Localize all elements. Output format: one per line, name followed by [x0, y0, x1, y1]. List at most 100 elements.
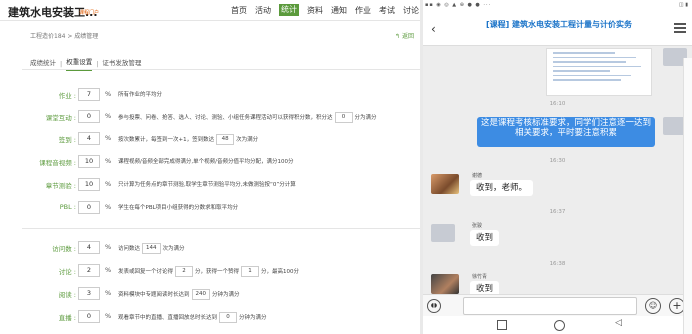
nav-notice[interactable]: 通知: [331, 5, 347, 16]
status-icons-left: ▪▪ ◉ ◎ ▲ ⊕ ● ● ···: [425, 2, 492, 8]
section-divider: [22, 228, 420, 229]
percent-unit: %: [105, 312, 112, 320]
percent-unit: %: [105, 180, 112, 188]
threshold-input[interactable]: 48: [216, 134, 235, 145]
weight-label: 直播 :: [58, 314, 76, 322]
sender-name: 张骏: [472, 223, 483, 229]
weight-description: 所有作业的平均分: [118, 92, 163, 98]
course-management-panel: 建筑水电安装工... 课程门户 首页 活动 统计 资料 通知 作业 考试 讨论 …: [0, 0, 420, 334]
percent-unit: %: [105, 203, 112, 211]
image-message[interactable]: [546, 48, 652, 96]
tab-separator: |: [60, 59, 63, 68]
weight-description: 发表或回复一个讨论得 2 分，获得一个赞得 1 分，最高100分: [118, 266, 300, 277]
sender-name: 徐竹青: [472, 274, 488, 280]
weight-row-pbl: PBL : 0 % 学生在每个PBL项目小组获得的分数求和取平均分: [0, 201, 420, 215]
course-top-bar: 建筑水电安装工... 课程门户 首页 活动 统计 资料 通知 作业 考试 讨论: [0, 0, 420, 21]
weight-row-class-interaction: 课堂互动 : 0 % 参与投票、问卷、抢答、选人、讨论、测验、小组任务课程活动可…: [0, 110, 420, 124]
weight-row-course-media: 课程音视频 : 10 % 课程视频/音频全部完成得满分,单个视频/音频分值平均分…: [0, 155, 420, 169]
weight-input[interactable]: 4: [78, 132, 100, 145]
nav-materials[interactable]: 资料: [307, 5, 323, 16]
weight-label: 讨论 :: [58, 268, 76, 276]
weight-description: 资料模块中专题阅读时长达到 240 分钟为满分: [118, 289, 240, 300]
sender-name: 谢德: [472, 173, 483, 179]
weight-label: 课程音视频 :: [39, 159, 76, 167]
weight-input[interactable]: 10: [78, 178, 100, 191]
phone-chat-screen: ▪▪ ◉ ◎ ▲ ⊕ ● ● ··· ◫ ▮ ‹ [课程] 建筑水电安装工程计量…: [423, 0, 692, 334]
scrollbar[interactable]: [683, 58, 692, 334]
percent-unit: %: [105, 90, 112, 98]
weight-input[interactable]: 7: [78, 88, 100, 101]
user-avatar[interactable]: [431, 174, 459, 194]
weight-input[interactable]: 4: [78, 241, 100, 254]
weight-row-live: 直播 : 0 % 观看章节中的直播、直播回放总时长达到 0 分钟为满分: [0, 310, 420, 324]
weight-description: 参与投票、问卷、抢答、选人、讨论、测验、小组任务课程活动可以获得积分数，积分达 0…: [118, 112, 377, 123]
chat-title: [课程] 建筑水电安装工程计量与计价实务: [485, 20, 633, 29]
threshold-input[interactable]: 0: [219, 312, 238, 323]
back-link[interactable]: ↰ 返回: [395, 31, 414, 40]
self-message-bubble[interactable]: 这是课程考核标准要求，同学们注意逐一达到相关要求，平时要注意积累: [477, 117, 655, 147]
weight-input[interactable]: 3: [78, 287, 100, 300]
threshold-input[interactable]: 1: [241, 266, 260, 277]
percent-unit: %: [105, 266, 112, 274]
weight-description: 观看章节中的直播、直播回放总时长达到 0 分钟为满分: [118, 312, 267, 323]
timestamp: 16:10: [549, 101, 566, 107]
weight-label: 阅读 :: [58, 291, 76, 299]
weight-label: PBL :: [59, 203, 76, 211]
message-bubble[interactable]: 收到，老师。: [470, 180, 534, 196]
message-input[interactable]: [463, 297, 637, 315]
nav-exam[interactable]: 考试: [379, 5, 395, 16]
weight-row-discussion: 讨论 : 2 % 发表或回复一个讨论得 2 分，获得一个赞得 1 分，最高100分: [0, 264, 420, 278]
weight-description: 课程视频/音频全部完成得满分,单个视频/音频分值平均分配，满分100分: [118, 159, 294, 165]
threshold-input[interactable]: 240: [191, 289, 211, 300]
course-portal-link[interactable]: 课程门户: [79, 9, 99, 16]
top-nav: 首页 活动 统计 资料 通知 作业 考试 讨论: [231, 4, 427, 16]
android-nav-bar: ◁: [423, 316, 692, 334]
voice-icon[interactable]: ◖◗: [427, 299, 441, 313]
weight-description: 按次数累计，每签到一次+1，签到数达 48 次为满分: [118, 134, 259, 145]
home-icon[interactable]: [554, 320, 565, 331]
threshold-input[interactable]: 144: [142, 243, 161, 254]
percent-unit: %: [105, 157, 112, 165]
weight-row-reading: 阅读 : 3 % 资料模块中专题阅读时长达到 240 分钟为满分: [0, 287, 420, 301]
nav-discussion[interactable]: 讨论: [403, 5, 419, 16]
tab-separator: |: [96, 59, 99, 68]
user-avatar[interactable]: [431, 224, 455, 242]
recent-apps-icon[interactable]: [497, 320, 507, 330]
status-icons-right: ◫ ▮: [678, 2, 688, 8]
breadcrumb[interactable]: 工程造价184 > 成绩管理: [30, 31, 98, 40]
weight-label: 课堂互动 :: [45, 114, 76, 122]
weight-row-visits: 访问数 : 4 % 访问数达 144 次为满分: [0, 241, 420, 255]
weight-description: 学生在每个PBL项目小组获得的分数求和取平均分: [118, 205, 239, 211]
back-triangle-icon[interactable]: ◁: [615, 318, 622, 328]
nav-homework[interactable]: 作业: [355, 5, 371, 16]
weight-label: 签到 :: [58, 136, 76, 144]
emoji-icon[interactable]: ☺: [645, 298, 661, 314]
threshold-input[interactable]: 2: [175, 266, 194, 277]
weight-input[interactable]: 0: [78, 201, 100, 214]
user-avatar[interactable]: [431, 274, 459, 294]
chat-header: ‹ [课程] 建筑水电安装工程计量与计价实务: [423, 13, 692, 46]
weight-input[interactable]: 2: [78, 264, 100, 277]
threshold-input[interactable]: 0: [334, 112, 353, 123]
nav-statistics[interactable]: 统计: [279, 4, 299, 16]
timestamp: 16:30: [549, 158, 566, 164]
phone-status-bar: ▪▪ ◉ ◎ ▲ ⊕ ● ● ··· ◫ ▮: [423, 0, 692, 13]
message-bubble[interactable]: 收到: [470, 230, 500, 246]
menu-icon[interactable]: [674, 23, 686, 35]
weight-description: 访问数达 144 次为满分: [118, 243, 185, 254]
timestamp: 16:38: [549, 261, 566, 267]
timestamp: 16:37: [549, 209, 566, 215]
tab-divider: [22, 69, 420, 70]
weight-label: 作业 :: [58, 92, 76, 100]
percent-unit: %: [105, 112, 112, 120]
weight-row-chapter-quiz: 章节测验 : 10 % 只计算为任务点的章节测验,取学生章节测验平均分,未做测验…: [0, 178, 420, 192]
weight-row-homework: 作业 : 7 % 所有作业的平均分: [0, 88, 420, 102]
weight-input[interactable]: 0: [78, 310, 100, 323]
percent-unit: %: [105, 243, 112, 251]
weight-input[interactable]: 10: [78, 155, 100, 168]
weight-label: 访问数 :: [52, 245, 76, 253]
nav-home[interactable]: 首页: [231, 5, 247, 16]
nav-activity[interactable]: 活动: [255, 5, 271, 16]
back-arrow-icon[interactable]: ‹: [431, 22, 436, 36]
weight-input[interactable]: 0: [78, 110, 100, 123]
